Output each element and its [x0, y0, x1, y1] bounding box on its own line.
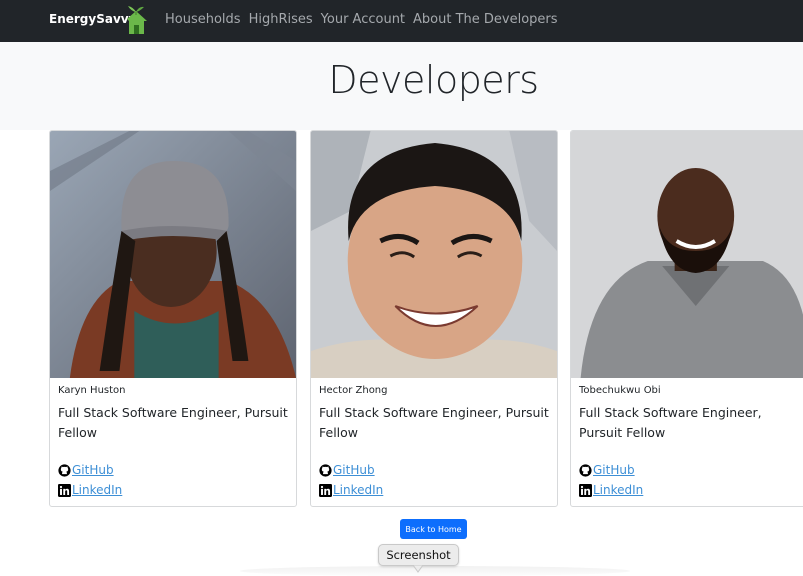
developer-photo: [311, 131, 557, 378]
github-icon: [579, 463, 592, 477]
linkedin-link[interactable]: LinkedIn: [593, 483, 643, 497]
developer-photo: [571, 131, 803, 378]
developer-role: Full Stack Software Engineer, Pursuit Fe…: [58, 405, 288, 440]
github-link-row: GitHub: [58, 463, 114, 477]
linkedin-link-row: LinkedIn: [579, 483, 643, 497]
linkedin-link[interactable]: LinkedIn: [72, 483, 122, 497]
card-body: Tobechukwu Obi Full Stack Software Engin…: [579, 385, 801, 442]
screenshot-tooltip: Screenshot: [378, 544, 459, 566]
card-body: Karyn Huston Full Stack Software Enginee…: [58, 385, 288, 442]
developer-role: Full Stack Software Engineer, Pursuit Fe…: [579, 405, 762, 440]
github-link[interactable]: GitHub: [72, 463, 114, 477]
github-icon: [319, 463, 332, 477]
developer-card-hector: Hector Zhong Full Stack Software Enginee…: [310, 130, 558, 507]
developer-card-karyn: Karyn Huston Full Stack Software Enginee…: [49, 130, 297, 507]
developer-card-tobechukwu: Tobechukwu Obi Full Stack Software Engin…: [570, 130, 803, 507]
tooltip-shadow: [240, 566, 630, 576]
developer-role: Full Stack Software Engineer, Pursuit Fe…: [319, 405, 549, 440]
github-link-row: GitHub: [319, 463, 375, 477]
card-body: Hector Zhong Full Stack Software Enginee…: [319, 385, 549, 442]
nav-your-account[interactable]: Your Account: [321, 12, 405, 27]
nav-about-developers[interactable]: About The Developers: [413, 12, 558, 27]
developer-name: Tobechukwu Obi: [579, 385, 661, 396]
tooltip-pointer: [413, 565, 423, 573]
nav-links: Households HighRises Your Account About …: [165, 12, 558, 27]
linkedin-link-row: LinkedIn: [58, 483, 122, 497]
developer-name: Karyn Huston: [58, 385, 126, 396]
page-title: Developers: [328, 58, 539, 102]
nav-households[interactable]: Households: [165, 12, 241, 27]
nav-highrises[interactable]: HighRises: [249, 12, 313, 27]
linkedin-icon: [58, 483, 71, 497]
github-link-row: GitHub: [579, 463, 635, 477]
linkedin-link[interactable]: LinkedIn: [333, 483, 383, 497]
developer-photo: [50, 131, 296, 378]
house-sprout-icon[interactable]: [119, 3, 153, 37]
back-to-home-button[interactable]: Back to Home: [400, 519, 467, 539]
linkedin-icon: [319, 483, 332, 497]
github-icon: [58, 463, 71, 477]
github-link[interactable]: GitHub: [333, 463, 375, 477]
top-navbar: EnergySavvy Households HighRises Your Ac…: [0, 0, 803, 42]
github-link[interactable]: GitHub: [593, 463, 635, 477]
linkedin-icon: [579, 483, 592, 497]
linkedin-link-row: LinkedIn: [319, 483, 383, 497]
developer-name: Hector Zhong: [319, 385, 388, 396]
